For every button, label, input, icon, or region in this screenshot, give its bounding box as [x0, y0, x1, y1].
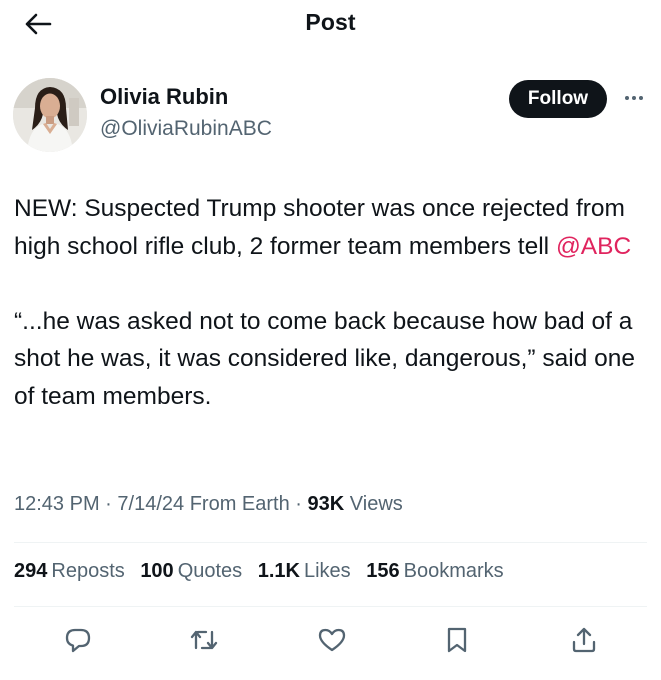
tweet-text-part: NEW: Suspected Trump shooter was once re… [14, 195, 625, 260]
divider [14, 542, 647, 543]
like-button[interactable] [312, 620, 352, 660]
tweet-paragraph-1: NEW: Suspected Trump shooter was once re… [14, 190, 654, 265]
stat-count: 100 [140, 560, 174, 582]
reply-button[interactable] [58, 620, 98, 660]
repost-icon [190, 630, 218, 650]
stat-count: 294 [14, 560, 48, 582]
action-bar [0, 620, 661, 660]
author-handle[interactable]: @OliviaRubinABC [100, 117, 272, 141]
stat-bookmarks[interactable]: 156 Bookmarks [366, 560, 503, 583]
heart-icon [318, 628, 346, 652]
follow-button[interactable]: Follow [509, 80, 607, 118]
stat-label: Quotes [177, 560, 243, 582]
stat-label: Reposts [51, 560, 125, 582]
stat-quotes[interactable]: 100 Quotes [140, 560, 242, 583]
avatar-image [13, 78, 87, 152]
author-row: Olivia Rubin @OliviaRubinABC Follow [0, 74, 661, 154]
stat-count: 156 [366, 560, 400, 582]
share-button[interactable] [564, 620, 604, 660]
mention-link[interactable]: @ABC [556, 233, 631, 260]
top-bar: Post [0, 0, 661, 50]
more-dot [632, 96, 636, 100]
bookmark-button[interactable] [437, 620, 477, 660]
tweet-text: NEW: Suspected Trump shooter was once re… [14, 190, 654, 415]
stat-label: Bookmarks [403, 560, 504, 582]
author-name[interactable]: Olivia Rubin [100, 84, 228, 110]
avatar[interactable] [13, 78, 87, 152]
tweet-meta: 12:43 PM · 7/14/24 From Earth · 93K View… [14, 493, 403, 516]
views-label: Views [349, 493, 403, 515]
share-icon [572, 627, 596, 653]
meta-separator: · [295, 493, 302, 515]
tweet-source: From Earth [189, 493, 290, 515]
stat-likes[interactable]: 1.1K Likes [258, 560, 351, 583]
tweet-date[interactable]: 7/14/24 [117, 493, 184, 515]
tweet-time[interactable]: 12:43 PM [14, 493, 100, 515]
tweet-paragraph-2: “...he was asked not to come back becaus… [14, 307, 636, 410]
page-title: Post [305, 9, 356, 35]
stat-count: 1.1K [257, 560, 300, 582]
meta-separator: · [105, 493, 112, 515]
more-horizontal-icon [625, 96, 629, 100]
more-options-button[interactable] [620, 88, 648, 108]
bookmark-icon [447, 627, 467, 653]
engagement-stats: 294 Reposts 100 Quotes 1.1K Likes 156 Bookma… [14, 560, 514, 583]
views-count: 93K [307, 493, 345, 515]
more-dot [639, 96, 643, 100]
reply-icon [65, 628, 91, 653]
divider [14, 606, 647, 607]
stat-reposts[interactable]: 294 Reposts [14, 560, 125, 583]
stat-label: Likes [303, 560, 351, 582]
repost-button[interactable] [184, 620, 224, 660]
